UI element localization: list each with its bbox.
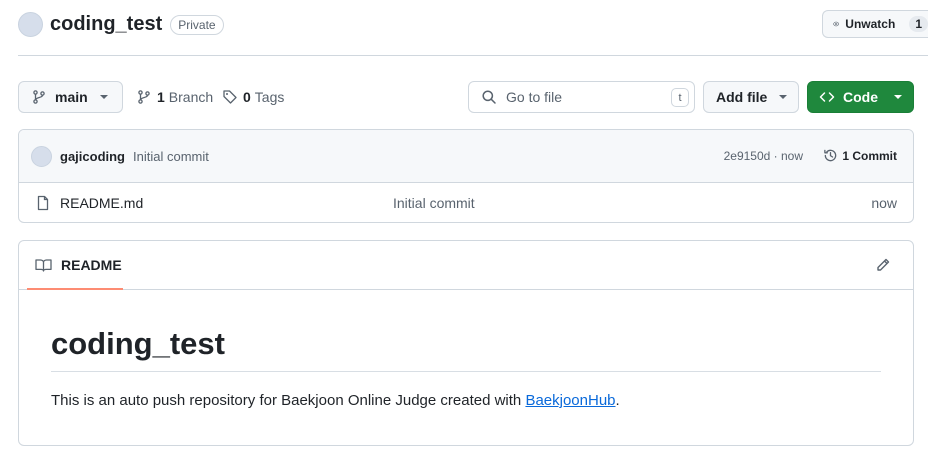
tab-readme[interactable]: README	[27, 241, 123, 290]
visibility-badge: Private	[170, 14, 224, 35]
branches-label: Branch	[168, 89, 214, 105]
branches-link[interactable]: 1 Branch	[136, 81, 213, 113]
commit-message[interactable]: Initial commit	[133, 149, 209, 164]
author-avatar[interactable]	[31, 145, 52, 167]
tag-icon	[223, 90, 237, 104]
chevron-down-icon	[779, 95, 788, 99]
go-to-file-input[interactable]: Go to file t	[468, 81, 695, 113]
tags-link[interactable]: 0 Tags	[222, 81, 284, 113]
branch-select-button[interactable]: main	[18, 81, 123, 113]
eye-icon	[833, 21, 840, 27]
branch-icon	[33, 90, 45, 104]
commits-link[interactable]: 1 Commit	[823, 148, 897, 163]
chevron-down-icon	[894, 95, 902, 99]
owner-avatar[interactable]	[18, 12, 43, 37]
go-to-file-placeholder: Go to file	[506, 89, 563, 105]
branch-icon	[138, 90, 150, 104]
latest-commit-bar: gajicoding Initial commit 2e9150d · now …	[19, 130, 913, 183]
unwatch-button[interactable]: Unwatch 1	[822, 10, 928, 38]
file-name[interactable]: README.md	[60, 195, 143, 211]
tags-count: 0	[243, 89, 251, 105]
file-icon	[37, 195, 49, 211]
add-file-label: Add file	[716, 89, 768, 105]
readme-header: README	[19, 241, 913, 290]
table-row[interactable]: README.md Initial commit now	[19, 183, 913, 222]
code-label: Code	[843, 89, 878, 105]
commit-hash-time[interactable]: 2e9150d · now	[724, 149, 803, 163]
readme-paragraph: This is an auto push repository for Baek…	[51, 392, 881, 409]
tags-label: Tags	[254, 89, 285, 105]
branch-name: main	[55, 89, 88, 105]
code-button[interactable]: Code	[807, 81, 914, 113]
shortcut-hint: t	[671, 88, 689, 107]
readme-panel: README coding_test This is an auto push …	[18, 240, 914, 446]
file-commit-message[interactable]: Initial commit	[393, 195, 475, 211]
branches-count: 1	[157, 89, 165, 105]
code-icon	[819, 92, 835, 102]
search-icon	[482, 90, 496, 104]
history-icon	[824, 149, 837, 162]
readme-content: coding_test This is an auto push reposit…	[19, 290, 913, 409]
repo-header: coding_test Private Unwatch 1	[18, 10, 928, 56]
readme-text-end: .	[615, 392, 620, 409]
file-list: gajicoding Initial commit 2e9150d · now …	[18, 129, 914, 223]
add-file-button[interactable]: Add file	[703, 81, 799, 113]
repo-name[interactable]: coding_test	[50, 13, 162, 36]
commit-count: 1 Commit	[842, 148, 897, 163]
unwatch-label: Unwatch	[845, 17, 896, 31]
pencil-icon[interactable]	[875, 257, 891, 273]
file-toolbar: main 1 Branch 0 Tags Go to file t Add fi…	[18, 81, 914, 113]
chevron-down-icon	[99, 95, 108, 99]
readme-title: coding_test	[51, 326, 881, 372]
commit-author[interactable]: gajicoding	[60, 149, 125, 164]
file-commit-time: now	[871, 195, 897, 211]
book-icon	[35, 258, 52, 272]
watch-count: 1	[909, 16, 928, 32]
readme-tab-label: README	[61, 256, 122, 273]
baekjoonhub-link[interactable]: BaekjoonHub	[525, 392, 615, 409]
readme-text: This is an auto push repository for Baek…	[51, 392, 526, 409]
